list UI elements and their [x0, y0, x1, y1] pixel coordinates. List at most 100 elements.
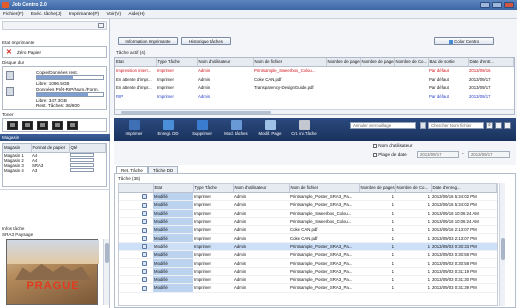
- search-icon[interactable]: ⌕: [486, 122, 493, 129]
- active-header-output[interactable]: Bac de sortie: [428, 58, 469, 67]
- active-job-row[interactable]: RIP Imprimer Admin Par défaut 2013/09/17: [115, 92, 514, 101]
- active-header-date[interactable]: Date d'entr...: [468, 58, 514, 67]
- held-header-state[interactable]: Etat: [153, 184, 194, 193]
- held-job-row[interactable]: Modifié Imprimer Admin Printsample_Poster_S…: [119, 192, 497, 202]
- held-job-icon: [119, 258, 153, 268]
- active-header-file[interactable]: Nom de fichier: [253, 58, 327, 67]
- held-job-state: Modifié: [153, 283, 193, 293]
- close-button[interactable]: [504, 2, 514, 8]
- search-input[interactable]: Chercher Nom fichier: [428, 122, 484, 129]
- held-job-row[interactable]: Modifié Imprimer Admin Coke CAN.pdf 1 1 2013/0…: [119, 233, 497, 243]
- held-job-file: Printsample_Poster_SRA3_Pa...: [289, 275, 359, 285]
- print-label: Imprimer: [125, 131, 143, 136]
- held-job-row[interactable]: Modifié Imprimer Admin Printsample_Sweerbox…: [119, 209, 497, 218]
- job-history-button[interactable]: Historique tâches: [181, 37, 231, 45]
- held-job-row[interactable]: Modifié Imprimer Admin Printsample_Poster_S…: [119, 250, 497, 260]
- panel-toggle-icon[interactable]: [98, 23, 104, 28]
- held-job-row[interactable]: Modifié Imprimer Admin Printsample_Poster_S…: [119, 283, 497, 293]
- held-header-type[interactable]: Type Tâche: [193, 184, 234, 193]
- menu-printer[interactable]: Imprimante(P): [66, 10, 102, 19]
- edit-page-tool-button[interactable]: Modif. Page: [254, 120, 286, 136]
- held-job-copies: 1: [395, 250, 431, 260]
- active-header-state[interactable]: Etat: [115, 58, 157, 67]
- lock-icon[interactable]: [420, 122, 426, 129]
- date-to-input[interactable]: 2013/09/17: [468, 151, 510, 158]
- minimize-button[interactable]: [480, 2, 490, 8]
- color-centro-button[interactable]: Color Centro: [434, 37, 494, 45]
- date-filter-checkbox[interactable]: [373, 152, 377, 157]
- printer-info-button[interactable]: Information Imprimante: [118, 37, 178, 45]
- tab-held-jobs[interactable]: Ret. Tâche: [116, 166, 148, 173]
- held-job-row[interactable]: Modifié Imprimer Admin Printsample_Poster_S…: [119, 258, 497, 268]
- active-job-pages: [326, 67, 360, 76]
- disk-title: Disque dur: [2, 60, 25, 65]
- active-job-pages-2: [360, 67, 394, 76]
- held-job-row[interactable]: Modifié Imprimer Admin Coke CAN.pdf 1 1 2013/0…: [119, 225, 497, 235]
- active-hscrollbar[interactable]: [115, 109, 514, 114]
- filter-icon[interactable]: [495, 122, 502, 129]
- held-job-status-icon: [142, 219, 147, 225]
- maximize-button[interactable]: [492, 2, 502, 8]
- menu-job[interactable]: Exéc. tâche(J): [28, 10, 65, 19]
- active-header-copies[interactable]: Nombre de Co...: [394, 58, 429, 67]
- active-job-type: Imprimer: [157, 93, 174, 99]
- unlock-input[interactable]: Annuler verrouillage: [350, 122, 416, 129]
- held-header-file[interactable]: Nom de fichier: [289, 184, 360, 193]
- active-job-row[interactable]: Impression interr... Imprimer Admin Printsa…: [115, 67, 514, 76]
- held-job-row[interactable]: Modifié Imprimer Admin Printsample_Poster_S…: [119, 275, 497, 285]
- user-filter-checkbox[interactable]: [373, 143, 377, 148]
- tray-header-qty: Qté: [69, 144, 106, 153]
- edit-jobs-tool-button[interactable]: Mod. tâches: [220, 120, 252, 136]
- held-job-date: 2013/09/03 0:31:19 PM: [431, 267, 497, 276]
- active-header-type[interactable]: Type Tâche: [156, 58, 198, 67]
- held-header-user[interactable]: Nom d'utilisateur: [233, 184, 290, 193]
- active-header-user[interactable]: Nom d'utilisateur: [197, 58, 254, 67]
- print-tool-button[interactable]: Imprimer: [118, 120, 150, 136]
- held-job-type: Imprimer: [193, 242, 233, 252]
- held-job-row[interactable]: Modifié Imprimer Admin Printsample_Poster_S…: [119, 200, 497, 210]
- menu-help[interactable]: Aide(H): [125, 10, 147, 19]
- held-header-copies[interactable]: Nombre de Co...: [395, 184, 432, 193]
- toner-3-icon: [37, 121, 48, 130]
- held-job-type: Imprimer: [193, 217, 233, 227]
- clear-search-icon[interactable]: [504, 122, 511, 129]
- held-job-row[interactable]: Modifié Imprimer Admin Printsample_Poster_S…: [119, 267, 497, 276]
- held-header-pages[interactable]: Nombre de pages: [359, 184, 396, 193]
- preview-scrollbar[interactable]: [103, 239, 109, 305]
- active-job-file: Transparency-DesignGuide.pdf: [254, 85, 314, 91]
- active-job-user: Admin: [198, 93, 211, 99]
- held-job-state: Modifié: [153, 275, 193, 285]
- app-logo-icon: [2, 2, 9, 8]
- held-job-type: Imprimer: [193, 267, 233, 276]
- active-job-row[interactable]: En attente d'impr... Imprimer Admin Transpa…: [115, 84, 514, 93]
- color-centro-icon: [448, 39, 453, 44]
- active-job-date: 2013/09/17: [469, 85, 491, 91]
- save-hdd-tool-button[interactable]: Enregi. DD: [152, 120, 184, 136]
- initial-job-tool-button[interactable]: Crt. ini.Tâche: [288, 120, 320, 136]
- active-job-pages-2: [360, 75, 394, 84]
- held-job-row[interactable]: Modifié Imprimer Admin Printsample_Sweerbox…: [119, 217, 497, 227]
- held-jobs-scrollbar[interactable]: [499, 183, 505, 306]
- active-job-date: 2013/09/17: [469, 93, 491, 99]
- held-header-date[interactable]: Date d'enreg...: [431, 184, 497, 193]
- active-job-type: Imprimer: [157, 76, 174, 82]
- held-job-type: Imprimer: [193, 192, 233, 202]
- tab-hdd-jobs[interactable]: Tâche DD: [147, 166, 179, 173]
- tray-table: Magasin Format de papier Qté Magasin 1 A4…: [2, 143, 107, 187]
- held-job-user: Admin: [233, 200, 289, 210]
- active-header-pages-2[interactable]: Nombre de pages: [360, 58, 395, 67]
- held-job-type: Imprimer: [193, 200, 233, 210]
- menu-view[interactable]: Voir(V): [103, 10, 124, 19]
- held-job-user: Admin: [233, 209, 289, 218]
- delete-tool-button[interactable]: Supprimer: [186, 120, 218, 136]
- date-from-input[interactable]: 2013/09/17: [417, 151, 459, 158]
- held-job-file: Printsample_Poster_SRA3_Pa...: [289, 250, 359, 260]
- title-bar: Job Centro 2.0: [0, 0, 517, 10]
- active-header-pages[interactable]: Nombre de pages: [326, 58, 361, 67]
- held-job-date: 2013/09/16 10:06:24 AM: [431, 209, 497, 218]
- held-job-state: Modifié: [153, 242, 193, 252]
- active-job-row[interactable]: En attente d'impr... Imprimer Admin Coke CA…: [115, 75, 514, 84]
- held-job-row[interactable]: Modifié Imprimer Admin Printsample_Poster_S…: [119, 242, 497, 252]
- menu-file[interactable]: Fichier(F): [0, 10, 27, 19]
- held-job-date: 2013/09/03 0:30:58 PM: [431, 258, 497, 268]
